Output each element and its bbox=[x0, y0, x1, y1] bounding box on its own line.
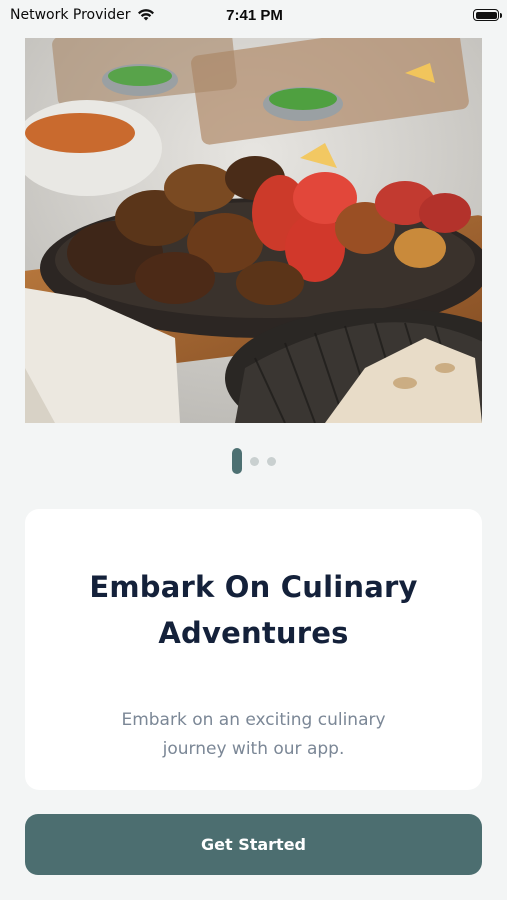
status-bar: Network Provider 7:41 PM bbox=[0, 0, 507, 30]
page-indicator-1[interactable] bbox=[231, 448, 242, 474]
battery-icon bbox=[473, 9, 502, 21]
onboarding-card: Embark On Culinary Adventures Embark on … bbox=[25, 509, 482, 790]
status-right bbox=[299, 9, 502, 21]
page-indicator-3[interactable] bbox=[266, 456, 276, 466]
onboarding-title: Embark On Culinary Adventures bbox=[89, 570, 418, 650]
status-time: 7:41 PM bbox=[226, 6, 283, 24]
food-photo-illustration bbox=[25, 38, 482, 423]
status-left: Network Provider bbox=[10, 7, 210, 23]
hero-food-image bbox=[25, 38, 482, 423]
onboarding-pagination bbox=[0, 448, 507, 474]
onboarding-subtitle: Embark on an exciting culinary journey w… bbox=[121, 710, 386, 759]
wifi-icon bbox=[137, 9, 154, 21]
page-indicator-2[interactable] bbox=[249, 456, 259, 466]
get-started-button[interactable]: Get Started bbox=[25, 814, 482, 875]
carrier-label: Network Provider bbox=[10, 7, 131, 23]
